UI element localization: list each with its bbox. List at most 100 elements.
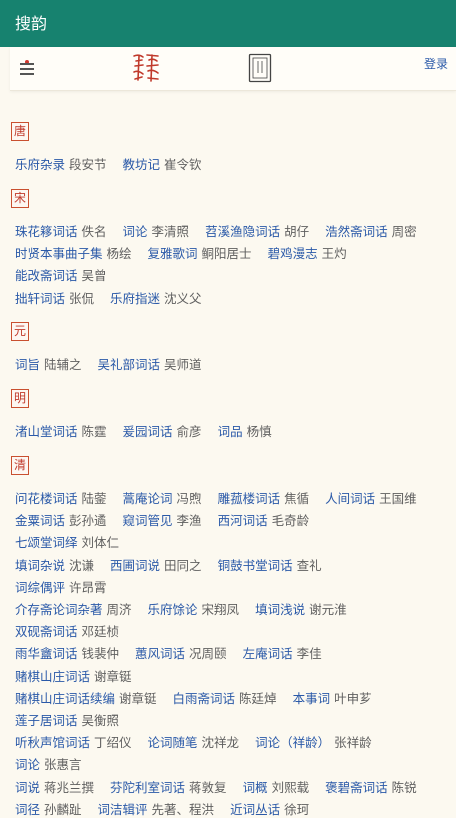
book-title-link[interactable]: 填词浅说: [255, 602, 305, 617]
book-title-link[interactable]: 双砚斋词话: [15, 624, 78, 639]
book-entry: 词洁辑评 先著、程洪: [98, 799, 215, 818]
book-entry: 拙轩词话 张侃: [15, 288, 94, 310]
book-entry: 赌棋山庄词话 谢章铤: [15, 666, 132, 688]
book-title-link[interactable]: 七颂堂词绎: [15, 535, 78, 550]
book-entry: 珠花簃词话 佚名: [15, 221, 107, 243]
book-author: 孙麟趾: [44, 801, 82, 817]
book-title-link[interactable]: 词论: [123, 224, 148, 239]
book-title-link[interactable]: 词说: [15, 780, 40, 795]
dynasty-badge: 宋: [11, 189, 29, 208]
book-author: 杨绘: [106, 246, 132, 262]
book-title-link[interactable]: 教坊记: [123, 157, 161, 172]
book-icon[interactable]: [248, 53, 272, 83]
book-title-link[interactable]: 介存斋论词杂著: [15, 602, 103, 617]
book-title-link[interactable]: 词旨: [15, 357, 40, 372]
book-entry: 乐府指迷 沈义父: [110, 288, 202, 310]
book-title-link[interactable]: 词洁辑评: [98, 802, 148, 817]
book-title-link[interactable]: 词径: [15, 802, 40, 817]
book-entry: 芬陀利室词话 蒋敦复: [110, 777, 227, 799]
book-author: 彭孙遹: [69, 513, 107, 529]
book-title-link[interactable]: 听秋声馆词话: [15, 735, 90, 750]
book-title-link[interactable]: 填词杂说: [15, 558, 65, 573]
book-title-link[interactable]: 莲子居词话: [15, 713, 78, 728]
book-title-link[interactable]: 赌棋山庄词话续编: [15, 691, 115, 706]
book-title-link[interactable]: 词综偶评: [15, 580, 65, 595]
book-title-link[interactable]: 词论（祥龄）: [255, 735, 330, 750]
book-author: 段安节: [69, 157, 107, 172]
book-author: 吴曾: [81, 268, 107, 284]
book-entry: 爰园词话 俞彦: [123, 421, 202, 443]
book-title-link[interactable]: 复雅歌词: [148, 246, 198, 261]
book-entry: 听秋声馆词话 丁绍仪: [15, 732, 132, 754]
book-title-link[interactable]: 本事词: [293, 691, 331, 706]
book-author: 沈谦: [69, 557, 95, 573]
book-title-link[interactable]: 渚山堂词话: [15, 424, 78, 439]
book-author: 冯煦: [176, 491, 202, 506]
book-author: 王国维: [379, 491, 417, 506]
book-entry: 教坊记 崔令钦: [123, 154, 202, 176]
book-title-link[interactable]: 问花楼词话: [15, 491, 78, 506]
book-title-link[interactable]: 铜鼓书堂词话: [218, 558, 293, 573]
book-title-link[interactable]: 乐府馀论: [148, 602, 198, 617]
book-title-link[interactable]: 雨华盦词话: [15, 646, 78, 661]
book-title-link[interactable]: 赌棋山庄词话: [15, 669, 90, 684]
book-row: 问花楼词话 陆蓥 蒿庵论词 冯煦 雕菰楼词话 焦循 人间词话 王国维: [15, 488, 456, 510]
book-title-link[interactable]: 爰园词话: [123, 424, 173, 439]
book-author: 张侃: [69, 290, 95, 306]
book-title-link[interactable]: 蕙风词话: [135, 646, 185, 661]
book-author: 周济: [106, 602, 132, 617]
book-entry: 时贤本事曲子集 杨绘: [15, 243, 132, 265]
book-entry: 词径 孙麟趾: [15, 799, 82, 818]
book-entry: 西河词话 毛奇龄: [218, 510, 310, 532]
book-title-link[interactable]: 雕菰楼词话: [218, 491, 281, 506]
book-author: 陆辅之: [44, 357, 82, 372]
app-bar: 搜韵: [0, 0, 456, 47]
book-title-link[interactable]: 词论: [15, 757, 40, 772]
book-author: 谢元淮: [309, 602, 347, 617]
menu-icon[interactable]: [18, 57, 38, 77]
book-title-link[interactable]: 浩然斋词话: [325, 224, 388, 239]
book-title-link[interactable]: 吴礼部词话: [98, 357, 161, 372]
book-title-link[interactable]: 西河词话: [218, 513, 268, 528]
book-entry: 词综偶评 许昂霄: [15, 577, 107, 599]
book-title-link[interactable]: 近词丛话: [230, 802, 280, 817]
book-title-link[interactable]: 能改斋词话: [15, 268, 78, 283]
book-title-link[interactable]: 人间词话: [325, 491, 375, 506]
book-title-link[interactable]: 苕溪渔隐词话: [205, 224, 280, 239]
book-author: 李清照: [151, 224, 190, 239]
book-author: 鲖阳居士: [201, 246, 252, 262]
book-author: 蒋兆兰撰: [44, 779, 95, 795]
book-title-link[interactable]: 拙轩词话: [15, 291, 65, 306]
book-title-link[interactable]: 时贤本事曲子集: [15, 246, 103, 261]
book-title-link[interactable]: 珠花簃词话: [15, 224, 78, 239]
book-entry: 蕙风词话 况周颐: [135, 643, 227, 665]
book-title-link[interactable]: 白雨斋词话: [173, 691, 236, 706]
book-title-link[interactable]: 乐府指迷: [110, 291, 160, 306]
book-row: 听秋声馆词话 丁绍仪 论词随笔 沈祥龙 词论（祥龄） 张祥龄: [15, 732, 456, 754]
book-title-link[interactable]: 褒碧斋词话: [325, 780, 388, 795]
book-entry: 渚山堂词话 陈霆: [15, 421, 107, 443]
book-author: 陆蓥: [81, 491, 107, 506]
book-title-link[interactable]: 金粟词话: [15, 513, 65, 528]
book-row: 赌棋山庄词话续编 谢章铤 白雨斋词话 陈廷焯 本事词 叶申芗: [15, 688, 456, 710]
book-title-link[interactable]: 碧鸡漫志: [268, 246, 318, 261]
book-title-link[interactable]: 词概: [243, 780, 268, 795]
book-title-link[interactable]: 芬陀利室词话: [110, 780, 185, 795]
book-author: 蒋敦复: [189, 779, 227, 795]
book-title-link[interactable]: 乐府杂录: [15, 157, 65, 172]
book-title-link[interactable]: 论词随笔: [148, 735, 198, 750]
book-title-link[interactable]: 词品: [218, 424, 243, 439]
book-title-link[interactable]: 窥词管见: [123, 513, 173, 528]
app-title: 搜韵: [15, 14, 48, 33]
book-title-link[interactable]: 蒿庵论词: [123, 491, 173, 506]
book-title-link[interactable]: 左庵词话: [243, 646, 293, 661]
book-author: 许昂霄: [69, 579, 107, 595]
book-entry: 介存斋论词杂著 周济: [15, 599, 132, 621]
seal-logo-icon[interactable]: [131, 52, 161, 84]
login-button[interactable]: 登录: [424, 55, 448, 72]
book-author: 李佳: [296, 646, 322, 662]
book-author: 俞彦: [176, 424, 202, 439]
book-author: 陈霆: [81, 424, 107, 439]
book-title-link[interactable]: 西圃词说: [110, 558, 160, 573]
book-entry: 复雅歌词 鲖阳居士: [148, 243, 252, 265]
